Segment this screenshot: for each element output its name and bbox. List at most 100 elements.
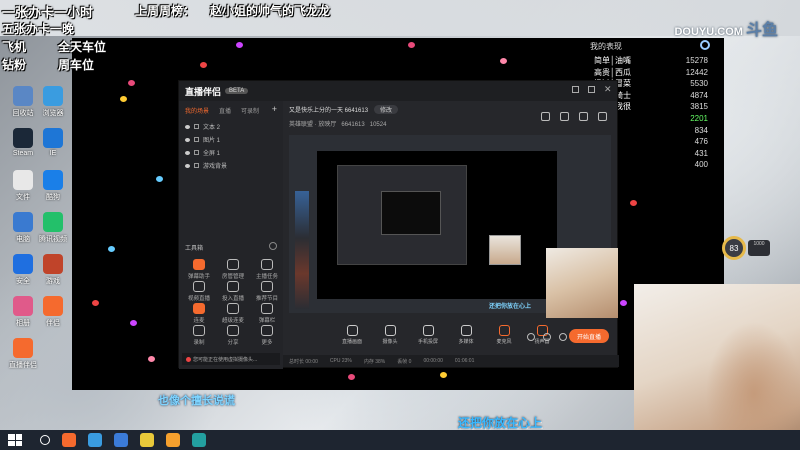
preview-nested-window-3 (381, 191, 441, 235)
taskbar-app-icon[interactable] (192, 433, 206, 447)
preview-caption: 还把你放在心上 (489, 304, 532, 310)
toolbox-item[interactable]: 录制 (185, 325, 213, 346)
desktop-icon[interactable]: 安全 (6, 254, 40, 286)
edit-button[interactable]: 修改 (374, 105, 399, 114)
desktop-icon[interactable]: 腾讯视频 (36, 212, 70, 244)
toolbox-item[interactable]: 超级连麦 (219, 303, 247, 324)
source-button[interactable]: 多媒体 (453, 325, 479, 345)
taskbar-app-icon[interactable] (140, 433, 154, 447)
desktop-icon[interactable]: Steam (6, 128, 40, 157)
source-icon (384, 325, 396, 336)
tool-label: 分享 (227, 340, 239, 346)
windows-start-icon[interactable] (8, 434, 22, 446)
desktop-icon[interactable]: 文件 (6, 170, 40, 202)
confetti-dot (440, 372, 447, 378)
confetti-dot (630, 200, 637, 206)
minimize-icon[interactable] (572, 86, 579, 93)
toolbox-item[interactable]: 主播任务 (253, 259, 281, 280)
source-button[interactable]: 麦克风 (491, 325, 517, 345)
leaderboard-value: 12442 (685, 67, 708, 77)
douyu-logo: DOUYU.COM 斗鱼 (674, 16, 778, 40)
toolbox-item[interactable]: 分享 (219, 325, 247, 346)
rank-badge[interactable]: 83 (722, 236, 746, 260)
scene-layer[interactable]: 游戏背景 (179, 159, 283, 172)
settings-icon[interactable] (559, 333, 567, 341)
scene-layer[interactable]: 文本 2 (179, 120, 283, 133)
eye-icon[interactable] (543, 333, 551, 341)
desktop-icon-label: Steam (12, 150, 34, 157)
camera-icon[interactable] (527, 333, 535, 341)
category-label[interactable]: 英雄联盟 · 放映厅 (289, 122, 336, 128)
eye-icon[interactable] (185, 163, 190, 168)
source-button[interactable]: 摄像头 (377, 325, 403, 345)
toolbox-toggle-icon[interactable] (269, 242, 277, 250)
start-live-button[interactable]: 开始直播 (569, 329, 609, 343)
preview-side-icons (527, 333, 567, 341)
taskbar-app-icon[interactable] (88, 433, 102, 447)
desktop-icon[interactable]: 回收站 (6, 86, 40, 118)
confetti-dot (348, 374, 355, 380)
maximize-icon[interactable] (588, 86, 595, 93)
mail-icon[interactable] (579, 112, 588, 121)
settings-icon[interactable] (598, 112, 607, 121)
toolbox-item[interactable]: 连麦 (185, 303, 213, 324)
desktop-icon[interactable]: 酷狗 (36, 170, 70, 202)
source-button[interactable]: 直播画面 (339, 325, 365, 345)
add-scene-icon[interactable]: + (272, 105, 277, 115)
tool-icon (227, 259, 239, 270)
taskbar-app-icon[interactable] (114, 433, 128, 447)
toolbox-item[interactable]: 房管管理 (219, 259, 247, 280)
app-icon (43, 128, 63, 148)
desktop-icon-label: 伴侣 (46, 320, 60, 327)
room-title: 又是快乐上分的一天 6641613 (289, 108, 369, 114)
tool-label: 连麦 (193, 318, 205, 324)
layer-label: 文本 2 (203, 125, 221, 131)
lock-icon[interactable] (560, 112, 569, 121)
douyu-name: 斗鱼 (745, 22, 778, 39)
desktop-icon[interactable]: 相册 (6, 296, 40, 328)
source-icon (422, 325, 434, 336)
toolbox-item[interactable]: 更多 (253, 325, 281, 346)
status-item: 01:06:01 (454, 358, 475, 364)
toolbox-item[interactable]: 推荐节目 (253, 281, 281, 302)
home-icon[interactable] (541, 112, 550, 121)
scene-layer[interactable]: 全屏 1 (179, 146, 283, 159)
status-item: 内存 38% (363, 358, 386, 365)
eye-icon[interactable] (185, 137, 190, 142)
toolbox-item[interactable]: 弹幕助手 (185, 259, 213, 280)
confetti-dot (92, 300, 99, 306)
notice-banner[interactable]: 您可能正在使用虚拟摄像头... (182, 353, 280, 365)
desktop-icon[interactable]: IE (36, 128, 70, 157)
desktop-icon[interactable]: 电脑 (6, 212, 40, 244)
search-icon[interactable] (40, 435, 50, 445)
desktop-icon[interactable]: 直播伴侣 (6, 338, 40, 370)
confetti-dot (156, 176, 163, 182)
source-button[interactable]: 手机投屏 (415, 325, 441, 345)
source-icon (346, 325, 358, 336)
tab-my-scenes[interactable]: 我的场景 (185, 106, 209, 115)
taskbar-app-icon[interactable] (166, 433, 180, 447)
tool-icon (227, 281, 239, 292)
scene-layer[interactable]: 图片 1 (179, 133, 283, 146)
toolbox-item[interactable]: 视频直播 (185, 281, 213, 302)
tool-label: 更多 (261, 340, 273, 346)
close-icon[interactable]: ✕ (604, 85, 612, 94)
eye-icon[interactable] (185, 150, 190, 155)
leaderboard-value: 5530 (690, 79, 708, 89)
toolbox-item[interactable]: 投入直播 (219, 281, 247, 302)
tool-label: 主播任务 (255, 274, 278, 280)
overlay-line-4: 五张办卡一晚 (2, 22, 75, 36)
desktop-icon[interactable]: 伴侣 (36, 296, 70, 328)
tab-live[interactable]: 直播 (219, 106, 231, 115)
confetti-dot (120, 96, 127, 102)
rank-side-label: 1000 (748, 240, 770, 256)
toolbox-item[interactable]: 弹幕栏 (253, 303, 281, 324)
taskbar-app-icon[interactable] (62, 433, 76, 447)
confetti-dot (200, 62, 207, 68)
desktop-icon[interactable]: 游戏 (36, 254, 70, 286)
tab-record[interactable]: 可录制 (241, 106, 259, 115)
gear-icon[interactable] (700, 40, 710, 50)
eye-icon[interactable] (185, 124, 190, 129)
desktop-icon[interactable]: 浏览器 (36, 86, 70, 118)
tool-icon (261, 325, 273, 336)
